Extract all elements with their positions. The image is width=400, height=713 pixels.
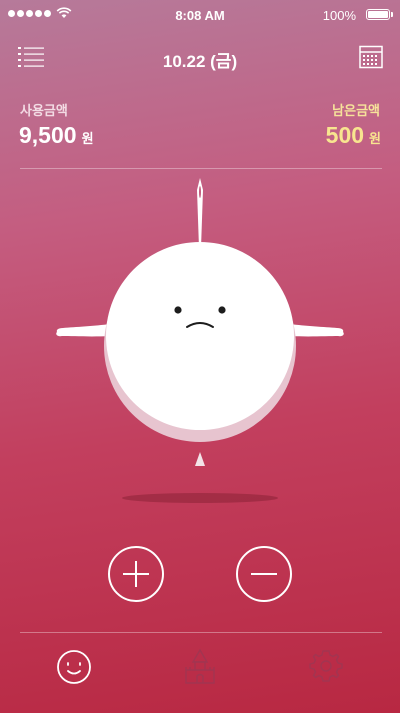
minus-icon	[251, 573, 277, 575]
add-expense-button[interactable]	[108, 546, 164, 602]
calendar-icon	[359, 45, 383, 69]
plus-icon	[123, 561, 149, 587]
battery-percentage: 100%	[322, 8, 356, 23]
status-bar: 8:08 AM 100%	[0, 0, 400, 30]
current-date[interactable]: 10.22 (금)	[0, 47, 400, 72]
top-divider	[20, 168, 382, 169]
balloon-knot	[195, 452, 205, 466]
balloon-character-scene[interactable]	[40, 170, 360, 510]
castle-icon	[185, 648, 215, 684]
needle-icon	[197, 178, 203, 248]
remaining-amount-value: 500	[325, 122, 365, 148]
left-arm	[56, 324, 110, 337]
used-amount-unit: 원	[81, 131, 94, 146]
smile-face-icon	[57, 650, 91, 684]
remaining-amount-label: 남은금액	[332, 103, 380, 118]
remaining-amount-unit: 원	[369, 131, 381, 146]
tab-settings[interactable]	[306, 646, 346, 686]
subtract-expense-button[interactable]	[236, 546, 292, 602]
used-amount: 9,500 원	[19, 122, 94, 149]
battery-icon	[366, 9, 390, 20]
calendar-button[interactable]	[359, 45, 383, 69]
battery-cap	[391, 12, 393, 17]
gear-icon	[309, 650, 343, 682]
tab-bar-divider	[20, 632, 382, 633]
balloon-body	[106, 242, 294, 430]
tab-home[interactable]	[54, 646, 94, 686]
used-amount-label: 사용금액	[20, 103, 68, 118]
remaining-amount: 500 원	[326, 122, 381, 149]
right-arm	[290, 324, 344, 337]
character-shadow	[122, 493, 278, 503]
used-amount-value: 9,500	[19, 122, 77, 148]
tab-castle[interactable]	[180, 646, 220, 686]
